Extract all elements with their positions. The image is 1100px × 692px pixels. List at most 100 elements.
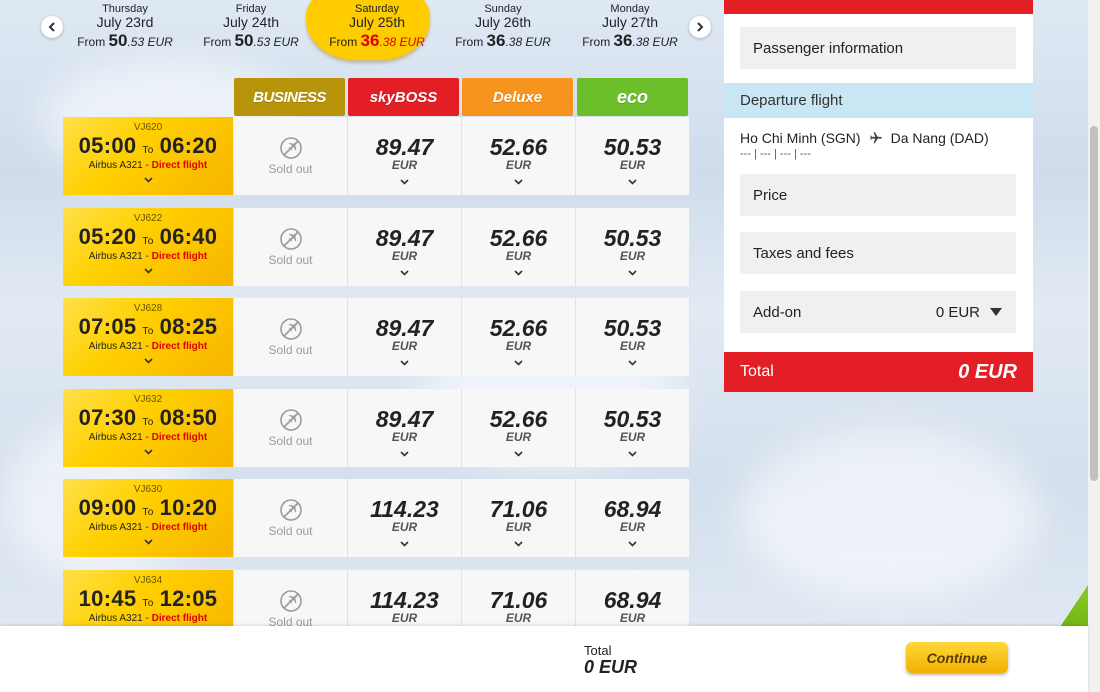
- flight-time-cell[interactable]: VJ622 05:20 To 06:40 Airbus A321 - Direct fl…: [63, 208, 233, 286]
- date-day: July 27th: [601, 14, 659, 30]
- flight-number: VJ632: [133, 394, 163, 405]
- to-label: To: [142, 145, 154, 156]
- date-option-selected[interactable]: Saturday July 25th From 36.38 EUR: [306, 0, 440, 60]
- fare-cell-skyboss[interactable]: 89.47 EUR: [348, 117, 462, 195]
- fare-details-toggle[interactable]: [462, 444, 575, 462]
- fare-details-toggle[interactable]: [576, 534, 689, 552]
- fare-currency: EUR: [619, 430, 646, 444]
- fare-details-toggle[interactable]: [576, 353, 689, 371]
- fare-details-toggle[interactable]: [348, 353, 461, 371]
- addon-value: 0 EUR: [935, 303, 980, 321]
- chevron-down-icon: [628, 451, 637, 457]
- fare-cell-deluxe[interactable]: 52.66 EUR: [462, 389, 576, 467]
- date-option[interactable]: Thursday July 23rd From 50.53 EUR: [62, 0, 188, 60]
- date-option[interactable]: Monday July 27th From 36.38 EUR: [567, 0, 693, 60]
- fare-cell-skyboss[interactable]: 89.47 EUR: [348, 298, 462, 376]
- flight-time-cell[interactable]: VJ620 05:00 To 06:20 Airbus A321 - Direct fl…: [63, 117, 233, 195]
- departure-time: 07:30: [78, 405, 137, 430]
- plane-icon: [869, 132, 882, 144]
- chevron-down-icon: [628, 270, 637, 276]
- expand-details-toggle[interactable]: [63, 261, 233, 279]
- fare-cell-deluxe[interactable]: 52.66 EUR: [462, 298, 576, 376]
- chevron-down-icon: [514, 270, 523, 276]
- fare-cell-eco[interactable]: 50.53 EUR: [576, 298, 690, 376]
- flight-number: VJ620: [133, 122, 163, 133]
- fare-cell-skyboss[interactable]: 89.47 EUR: [348, 208, 462, 286]
- fare-price: 52.66: [489, 315, 548, 341]
- chevron-down-icon: [400, 451, 409, 457]
- fare-details-toggle[interactable]: [576, 172, 689, 190]
- expand-details-toggle[interactable]: [63, 351, 233, 369]
- scrollbar-thumb[interactable]: [1090, 126, 1098, 481]
- fare-currency: EUR: [619, 249, 646, 263]
- flight-time-cell[interactable]: VJ628 07:05 To 08:25 Airbus A321 - Direct fl…: [63, 298, 233, 376]
- expand-details-toggle[interactable]: [63, 532, 233, 550]
- fare-cell-eco[interactable]: 50.53 EUR: [576, 117, 690, 195]
- panel-top-strip: [724, 0, 1033, 14]
- chevron-down-icon: [143, 539, 153, 545]
- date-option[interactable]: Sunday July 26th From 36.38 EUR: [440, 0, 566, 60]
- fare-cell-eco[interactable]: 50.53 EUR: [576, 389, 690, 467]
- fare-cell-business: Sold out: [234, 479, 348, 557]
- chevron-left-icon: [48, 22, 55, 32]
- fare-price: 89.47: [375, 134, 434, 160]
- fare-cell-skyboss[interactable]: 114.23 EUR: [348, 479, 462, 557]
- fare-details-toggle[interactable]: [348, 263, 461, 281]
- fare-currency: EUR: [619, 520, 646, 534]
- fare-cell-deluxe[interactable]: 52.66 EUR: [462, 208, 576, 286]
- arrival-time: 06:20: [159, 133, 218, 158]
- fare-price: 114.23: [370, 496, 439, 522]
- booking-summary-panel: Passenger information Departure flight H…: [724, 0, 1033, 392]
- passenger-information-section[interactable]: Passenger information: [740, 27, 1016, 69]
- fare-details-toggle[interactable]: [462, 172, 575, 190]
- fare-details-toggle[interactable]: [462, 263, 575, 281]
- bottom-total-value: 0 EUR: [584, 657, 638, 677]
- fare-price: 68.94: [603, 496, 662, 522]
- to-label: To: [142, 417, 154, 428]
- direct-flight-label: Direct flight: [151, 160, 208, 171]
- fare-currency: EUR: [619, 158, 646, 172]
- fare-details-toggle[interactable]: [576, 263, 689, 281]
- fare-details-toggle[interactable]: [348, 444, 461, 462]
- continue-button[interactable]: Continue: [906, 642, 1008, 673]
- fare-details-toggle[interactable]: [462, 534, 575, 552]
- taxes-label: Taxes and fees: [753, 244, 854, 262]
- fare-price: 71.06: [489, 587, 548, 613]
- flight-time-cell[interactable]: VJ630 09:00 To 10:20 Airbus A321 - Direct fl…: [63, 479, 233, 557]
- page-scrollbar[interactable]: [1088, 0, 1100, 692]
- flight-route: Ho Chi Minh (SGN) Da Nang (DAD): [740, 130, 989, 146]
- fare-price: 50.53: [603, 134, 662, 160]
- expand-details-toggle[interactable]: [63, 442, 233, 460]
- departure-time: 09:00: [78, 495, 137, 520]
- lowest-price-decimal: .38 EUR: [632, 35, 678, 49]
- next-date-button[interactable]: [689, 16, 711, 38]
- fare-details-toggle[interactable]: [462, 353, 575, 371]
- deluxe-logo: Deluxe: [492, 88, 543, 106]
- fare-details-toggle[interactable]: [348, 534, 461, 552]
- fare-price: 50.53: [603, 225, 662, 251]
- fare-cell-skyboss[interactable]: 89.47 EUR: [348, 389, 462, 467]
- fare-details-toggle[interactable]: [348, 172, 461, 190]
- addon-row[interactable]: Add-on 0 EUR: [740, 291, 1016, 333]
- price-label: Price: [753, 186, 788, 204]
- fare-price: 50.53: [603, 315, 662, 341]
- panel-total-label: Total: [740, 363, 774, 380]
- chevron-right-icon: [697, 22, 704, 32]
- sold-out-label: Sold out: [268, 162, 313, 176]
- flight-time-cell[interactable]: VJ632 07:30 To 08:50 Airbus A321 - Direct fl…: [63, 389, 233, 467]
- fare-cell-eco[interactable]: 50.53 EUR: [576, 208, 690, 286]
- fare-details-toggle[interactable]: [576, 444, 689, 462]
- date-option[interactable]: Friday July 24th From 50.53 EUR: [188, 0, 314, 60]
- expand-details-toggle[interactable]: [63, 170, 233, 188]
- fare-cell-deluxe[interactable]: 71.06 EUR: [462, 479, 576, 557]
- fare-cell-deluxe[interactable]: 52.66 EUR: [462, 117, 576, 195]
- date-day: July 25th: [348, 14, 406, 30]
- fare-price: 89.47: [375, 406, 434, 432]
- fare-header-eco: eco: [577, 78, 688, 116]
- bottom-bar: Total 0 EUR Continue: [0, 626, 1088, 692]
- chevron-down-icon: [628, 179, 637, 185]
- prev-date-button[interactable]: [41, 16, 63, 38]
- fare-currency: EUR: [505, 520, 532, 534]
- plane-blocked-icon: [279, 137, 302, 159]
- fare-cell-eco[interactable]: 68.94 EUR: [576, 479, 690, 557]
